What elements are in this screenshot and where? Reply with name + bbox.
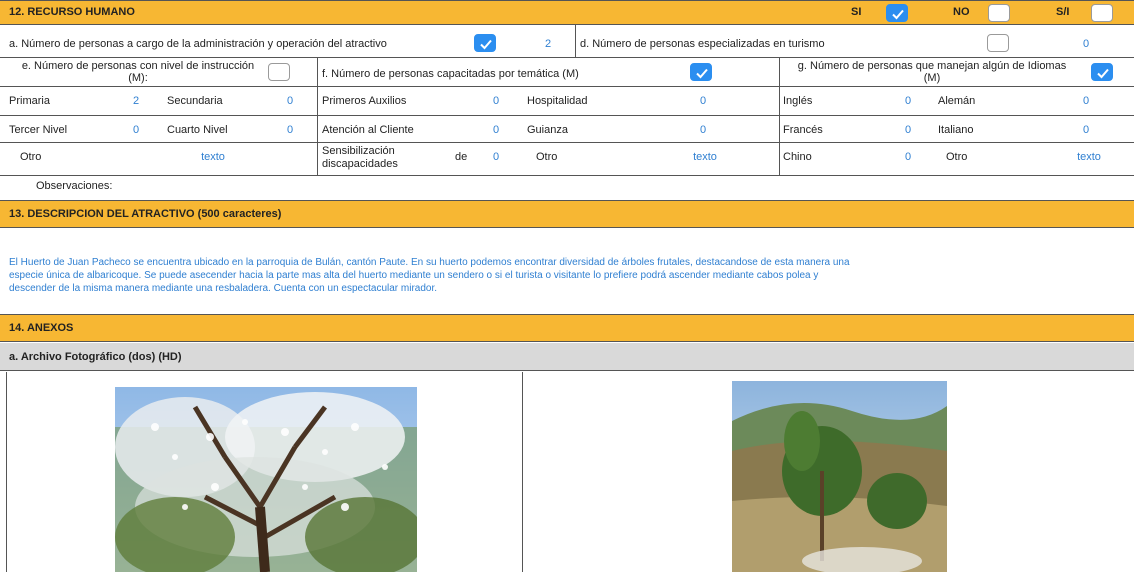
no-label: NO bbox=[953, 6, 970, 18]
italiano-label: Italiano bbox=[938, 124, 974, 136]
primaria-label: Primaria bbox=[9, 95, 50, 107]
ingles-label: Inglés bbox=[783, 95, 813, 107]
cuarto-nivel-value[interactable]: 0 bbox=[280, 124, 300, 136]
row-g-checkbox[interactable] bbox=[1091, 63, 1113, 81]
ingles-value[interactable]: 0 bbox=[898, 95, 918, 107]
secundaria-value[interactable]: 0 bbox=[280, 95, 300, 107]
tematica-otro-label: Otro bbox=[536, 151, 558, 163]
descripcion-line-2: especie única de albaricoque. Se puede a… bbox=[9, 270, 819, 281]
anexos-subheader-label: a. Archivo Fotográfico (dos) (HD) bbox=[9, 351, 182, 363]
row-a-label: a. Número de personas a cargo de la admi… bbox=[9, 38, 387, 50]
idiomas-otro-value[interactable]: texto bbox=[1064, 151, 1114, 163]
hospitalidad-value[interactable]: 0 bbox=[693, 95, 713, 107]
primeros-auxilios-label: Primeros Auxilios bbox=[322, 95, 407, 107]
atencion-cliente-label: Atención al Cliente bbox=[322, 124, 414, 136]
photo-apricot-tree[interactable] bbox=[115, 387, 417, 572]
row-d-checkbox[interactable] bbox=[987, 34, 1009, 52]
observaciones-label: Observaciones: bbox=[36, 180, 113, 192]
descripcion-line-1: El Huerto de Juan Pacheco se encuentra u… bbox=[9, 257, 850, 268]
si-no-info-checkbox[interactable] bbox=[1091, 4, 1113, 22]
si-checkbox[interactable] bbox=[886, 4, 908, 22]
sensibilizacion-value[interactable]: 0 bbox=[486, 151, 506, 163]
section-14-header bbox=[0, 314, 1134, 342]
section-14-title: 14. ANEXOS bbox=[9, 322, 74, 334]
tematica-otro-value[interactable]: texto bbox=[680, 151, 730, 163]
sensibilizacion-label-2: discapacidades bbox=[322, 158, 398, 170]
row-e-label: e. Número de personas con nivel de instr… bbox=[21, 60, 255, 84]
primaria-value[interactable]: 2 bbox=[126, 95, 146, 107]
row-d-value[interactable]: 0 bbox=[1076, 38, 1096, 50]
frances-label: Francés bbox=[783, 124, 823, 136]
section-13-title: 13. DESCRIPCION DEL ATRACTIVO (500 carac… bbox=[9, 208, 282, 220]
atencion-cliente-value[interactable]: 0 bbox=[486, 124, 506, 136]
frances-value[interactable]: 0 bbox=[898, 124, 918, 136]
guianza-value[interactable]: 0 bbox=[693, 124, 713, 136]
row-f-checkbox[interactable] bbox=[690, 63, 712, 81]
cuarto-nivel-label: Cuarto Nivel bbox=[167, 124, 228, 136]
tercer-nivel-label: Tercer Nivel bbox=[9, 124, 68, 136]
row-d-label: d. Número de personas especializadas en … bbox=[580, 38, 825, 50]
aleman-label: Alemán bbox=[938, 95, 976, 107]
si-label: SI bbox=[851, 6, 862, 18]
sensibilizacion-label-1: Sensibilización bbox=[322, 145, 395, 157]
si-no-info-label: S/I bbox=[1056, 6, 1070, 18]
instruccion-otro-label: Otro bbox=[20, 151, 42, 163]
italiano-value[interactable]: 0 bbox=[1076, 124, 1096, 136]
aleman-value[interactable]: 0 bbox=[1076, 95, 1096, 107]
row-g-label: g. Número de personas que manejan algún … bbox=[797, 60, 1067, 84]
row-e-checkbox[interactable] bbox=[268, 63, 290, 81]
descripcion-text[interactable]: El Huerto de Juan Pacheco se encuentra u… bbox=[9, 256, 1134, 295]
descripcion-line-3: descender de la misma manera mediante un… bbox=[9, 283, 438, 294]
sensibilizacion-label-de: de bbox=[455, 151, 468, 163]
chino-label: Chino bbox=[783, 151, 812, 163]
chino-value[interactable]: 0 bbox=[898, 151, 918, 163]
primeros-auxilios-value[interactable]: 0 bbox=[486, 95, 506, 107]
instruccion-otro-value[interactable]: texto bbox=[188, 151, 238, 163]
guianza-label: Guianza bbox=[527, 124, 568, 136]
idiomas-otro-label: Otro bbox=[946, 151, 968, 163]
tercer-nivel-value[interactable]: 0 bbox=[126, 124, 146, 136]
row-f-label: f. Número de personas capacitadas por te… bbox=[322, 68, 579, 80]
photo-hillside-garden[interactable] bbox=[732, 381, 947, 572]
hospitalidad-label: Hospitalidad bbox=[527, 95, 588, 107]
row-a-checkbox[interactable] bbox=[474, 34, 496, 52]
section-12-title: 12. RECURSO HUMANO bbox=[9, 6, 135, 18]
secundaria-label: Secundaria bbox=[167, 95, 223, 107]
no-checkbox[interactable] bbox=[988, 4, 1010, 22]
row-a-value[interactable]: 2 bbox=[538, 38, 558, 50]
